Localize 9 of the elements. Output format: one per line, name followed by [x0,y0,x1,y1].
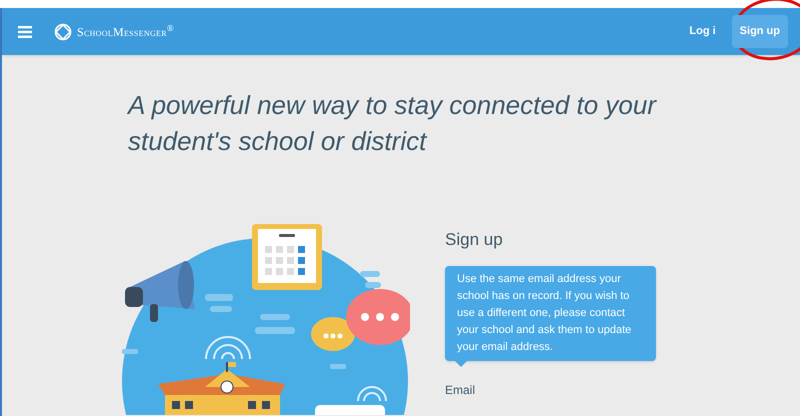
tooltip-text: Use the same email address your school has on record. If you wish to use a different one, please contact your school and ask them to update your email address. [457,272,632,352]
headline: A powerful new way to stay connected to your student's school or district [128,89,658,158]
form-title: Sign up [445,229,504,251]
login-link[interactable]: Log i [689,23,716,40]
signup-button[interactable]: Sign up [732,15,788,48]
logo-icon [54,22,72,40]
email-label: Email [445,382,476,398]
menu-icon[interactable] [18,26,32,38]
brand-name: SchoolMessenger$^{®}$ [77,22,174,40]
